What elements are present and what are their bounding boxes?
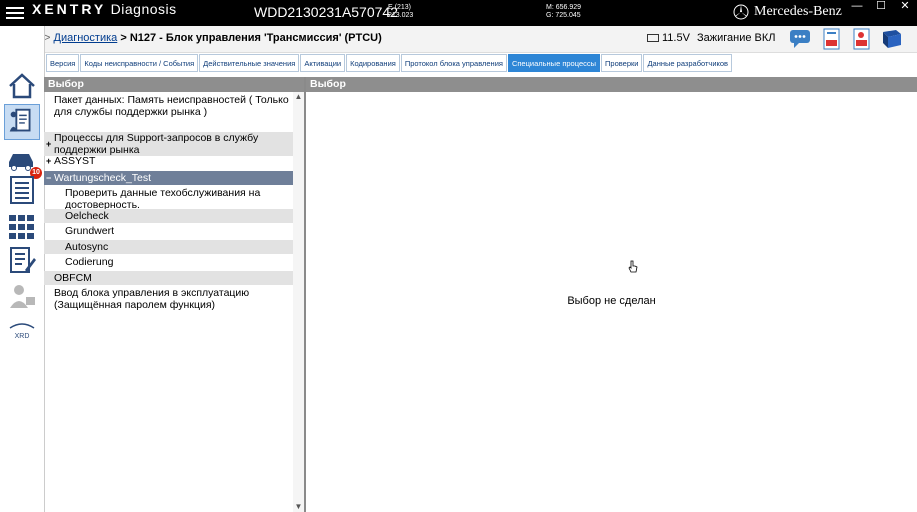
tab-special-procedures[interactable]: Специальные процессы xyxy=(507,54,601,72)
vertical-scrollbar[interactable]: ▲ ▼ xyxy=(293,92,304,512)
tree-item[interactable]: Oelcheck xyxy=(44,209,293,223)
xrd-icon[interactable]: XRD xyxy=(6,316,38,348)
tree-item-selected[interactable]: − Wartungscheck_Test xyxy=(44,171,293,185)
list-icon[interactable] xyxy=(6,174,38,206)
model-line: E (213) xyxy=(388,4,411,11)
tree-item[interactable]: Пакет данных: Память неисправностей ( То… xyxy=(44,94,293,118)
expand-icon[interactable]: + xyxy=(46,138,52,150)
title-bar: XENTRY Diagnosis WDD2130231A570742 E (21… xyxy=(0,0,917,26)
tab-checks[interactable]: Проверки xyxy=(601,54,643,72)
tree-item[interactable]: OBFCM xyxy=(44,271,293,285)
hand-cursor-icon xyxy=(628,260,638,273)
battery-icon xyxy=(647,34,659,42)
selection-panel-header: Выбор xyxy=(44,77,304,92)
tree-item[interactable]: + Процессы для Support-запросов в службу… xyxy=(44,132,293,156)
gearbox-code: G: 725.045 xyxy=(546,12,581,19)
app-brand: XENTRY xyxy=(32,1,107,17)
close-button[interactable]: ✕ xyxy=(893,0,917,14)
brand-name: Mercedes-Benz xyxy=(754,4,842,19)
vin-number: WDD2130231A570742 xyxy=(254,4,398,20)
tab-control-unit-log[interactable]: Протокол блока управления xyxy=(400,54,507,72)
tree-item[interactable]: Autosync xyxy=(44,240,293,254)
scroll-up-icon[interactable]: ▲ xyxy=(293,92,304,102)
tree-item-label: Процессы для Support-запросов в службу п… xyxy=(54,132,258,156)
detail-panel: Выбор Выбор не сделан xyxy=(306,77,917,512)
tree-item[interactable]: Codierung xyxy=(44,255,293,269)
breadcrumb-current: > N127 - Блок управления 'Трансмиссия' (… xyxy=(120,32,382,44)
diagnosis-icon[interactable] xyxy=(4,104,40,140)
service-checklist-icon[interactable] xyxy=(6,244,38,276)
tab-codings[interactable]: Кодирования xyxy=(346,54,400,72)
tree-item-label: ASSYST xyxy=(54,155,96,167)
tab-activations[interactable]: Активации xyxy=(300,54,346,72)
tree-item-label: Wartungscheck_Test xyxy=(54,172,152,184)
manual-book-icon[interactable] xyxy=(880,28,904,50)
tab-fault-codes[interactable]: Коды неисправности / События xyxy=(80,54,199,72)
security-user-icon[interactable] xyxy=(6,280,38,312)
tree-item-label: OBFCM xyxy=(54,272,92,284)
minimize-button[interactable]: — xyxy=(845,0,869,14)
tree-item-line: Ввод блока управления в эксплуатацию xyxy=(54,287,250,299)
tree-item-label: Проверить данные техобслуживания на дост… xyxy=(65,187,260,211)
pdf-document-icon[interactable] xyxy=(850,28,874,50)
menu-icon[interactable] xyxy=(6,4,24,20)
svg-text:XRD: XRD xyxy=(15,333,30,340)
engine-info: M: 656.929 G: 725.045 xyxy=(546,4,581,20)
selection-panel: Выбор Пакет данных: Память неисправносте… xyxy=(44,77,306,512)
tree-item-label: Пакет данных: Память неисправностей ( То… xyxy=(54,94,289,118)
breadcrumb-link-diagnosis[interactable]: Диагностика xyxy=(54,32,118,44)
tab-version[interactable]: Версия xyxy=(46,54,80,72)
tab-strip: Версия Коды неисправности / События Дейс… xyxy=(46,54,733,72)
collapse-icon[interactable]: − xyxy=(46,172,52,184)
tree-item[interactable]: Grundwert xyxy=(44,224,293,238)
tree-item[interactable]: + ASSYST xyxy=(44,155,293,168)
scroll-down-icon[interactable]: ▼ xyxy=(293,502,304,512)
tree-item-label: Grundwert xyxy=(65,225,115,237)
detail-panel-header: Выбор xyxy=(306,77,917,92)
tab-actual-values[interactable]: Действительные значения xyxy=(199,54,300,72)
mercedes-star-icon xyxy=(733,4,749,20)
app-name: Diagnosis xyxy=(110,1,177,17)
sidebar: 10 XRD xyxy=(0,26,45,512)
tree-item-line: (Защищённая паролем функция) xyxy=(54,299,216,311)
tree-item-line: Проверить данные техобслуживания на xyxy=(65,187,261,199)
app-title: XENTRY Diagnosis xyxy=(32,1,177,17)
tree-item-label: Ввод блока управления в эксплуатацию (За… xyxy=(54,287,249,311)
maximize-button[interactable]: ☐ xyxy=(869,0,893,14)
voltage-readout: 11.5V xyxy=(662,32,690,44)
tree-item-label: Oelcheck xyxy=(65,210,109,222)
tree-item[interactable]: Проверить данные техобслуживания на дост… xyxy=(44,187,293,211)
tree-item-line: для службы поддержки рынка ) xyxy=(54,106,208,118)
pdf-report-icon[interactable] xyxy=(820,28,844,50)
tab-developer-data[interactable]: Данные разработчиков xyxy=(643,54,733,72)
breadcrumb: > Диагностика > N127 - Блок управления '… xyxy=(44,32,382,44)
chat-support-icon[interactable] xyxy=(789,28,813,50)
breadcrumb-bar: > Диагностика > N127 - Блок управления '… xyxy=(0,26,917,53)
tree-item[interactable]: Ввод блока управления в эксплуатацию (За… xyxy=(44,286,293,312)
tree-item-label: Autosync xyxy=(65,241,109,253)
home-icon[interactable] xyxy=(6,70,38,102)
no-selection-message: Выбор не сделан xyxy=(567,295,656,307)
engine-code: M: 656.929 xyxy=(546,4,582,11)
model-info: E (213) 213.023 xyxy=(388,4,413,20)
tree-item-label: Codierung xyxy=(65,256,114,268)
control-units-grid-icon[interactable] xyxy=(6,211,38,243)
ignition-status: Зажигание ВКЛ xyxy=(697,32,776,44)
tree-item-line: Пакет данных: Память неисправностей ( То… xyxy=(54,94,289,106)
model-code: 213.023 xyxy=(388,12,414,19)
expand-icon[interactable]: + xyxy=(46,155,52,167)
tree-item-line: Процессы для Support-запросов в службу xyxy=(54,132,259,144)
